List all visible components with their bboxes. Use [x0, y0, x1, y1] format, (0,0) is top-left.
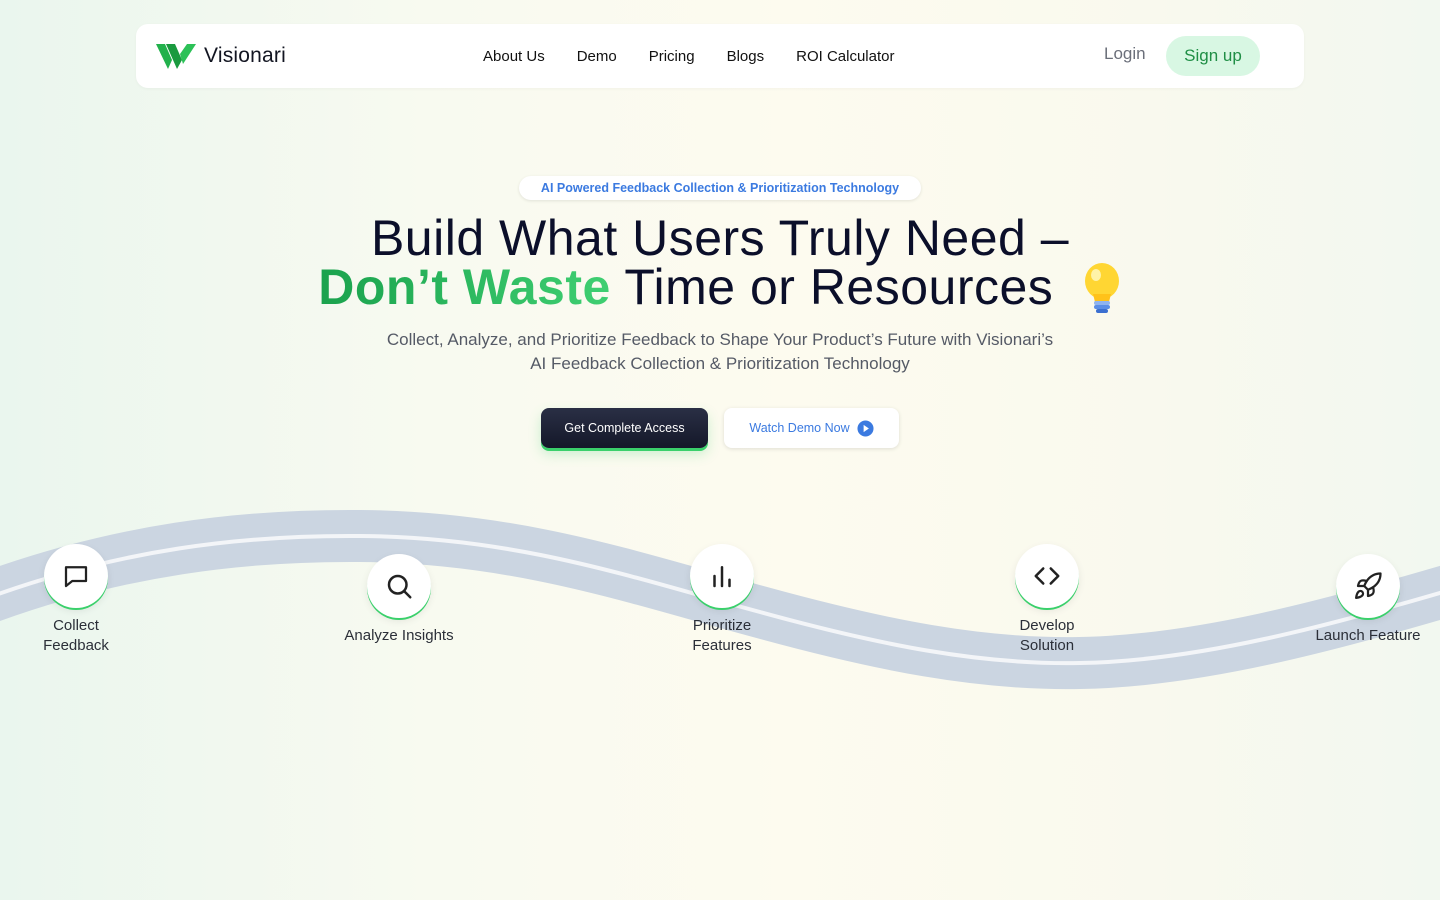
nav-roi-calculator[interactable]: ROI Calculator [796, 48, 894, 65]
visionari-logo-icon [156, 44, 196, 69]
watch-demo-button[interactable]: Watch Demo Now [724, 408, 899, 448]
play-icon [857, 419, 874, 437]
step-analyze-insights[interactable]: Analyze Insights [329, 554, 469, 646]
step-develop-solution[interactable]: Develop Solution [977, 544, 1117, 656]
nav-demo[interactable]: Demo [577, 48, 617, 65]
watch-demo-label: Watch Demo Now [749, 421, 850, 435]
brand-name: Visionari [204, 44, 286, 67]
nav-blogs[interactable]: Blogs [727, 48, 765, 65]
hero-title-line2-rest: Time or Resources [624, 259, 1054, 315]
rocket-icon [1355, 572, 1382, 599]
step-circle [1015, 544, 1079, 608]
step-prioritize-features[interactable]: Prioritize Features [652, 544, 792, 656]
get-complete-access-button[interactable]: Get Complete Access [541, 408, 708, 448]
lightbulb-icon [1084, 263, 1119, 313]
hero-title-line1: Build What Users Truly Need – [370, 210, 1070, 266]
step-circle [1336, 554, 1400, 618]
nav-pricing[interactable]: Pricing [649, 48, 695, 65]
step-circle [44, 544, 108, 608]
step-label: Analyze Insights [344, 627, 454, 644]
brand-logo[interactable]: Visionari [156, 42, 286, 70]
step-label: Collect Feedback [43, 617, 109, 654]
step-circle [690, 544, 754, 608]
hero-badge: AI Powered Feedback Collection & Priorit… [519, 176, 921, 200]
nav-about-us[interactable]: About Us [483, 48, 545, 65]
hero-subtitle: Collect, Analyze, and Prioritize Feedbac… [386, 330, 1054, 373]
top-navbar: Visionari About Us Demo Pricing Blogs RO… [136, 24, 1304, 88]
main-menu: About Us Demo Pricing Blogs ROI Calculat… [483, 24, 926, 88]
step-label: Develop Solution [1019, 617, 1075, 654]
hero-title: Build What Users Truly Need – Don’t Wast… [200, 210, 1240, 316]
step-circle [367, 554, 431, 618]
search-icon [387, 574, 412, 599]
step-launch-feature[interactable]: Launch Feature [1298, 554, 1438, 646]
hero-title-line2: Don’t Waste Time or Resources [200, 262, 1240, 316]
step-label: Launch Feature [1315, 627, 1421, 644]
hero-title-highlight: Don’t Waste [318, 259, 611, 315]
code-icon [1034, 567, 1060, 585]
step-label: Prioritize Features [692, 617, 752, 654]
bar-chart-icon [713, 566, 731, 588]
signup-button[interactable]: Sign up [1166, 36, 1260, 76]
login-link[interactable]: Login [1104, 44, 1146, 64]
step-collect-feedback[interactable]: Collect Feedback [6, 544, 146, 656]
chat-icon [64, 566, 88, 588]
